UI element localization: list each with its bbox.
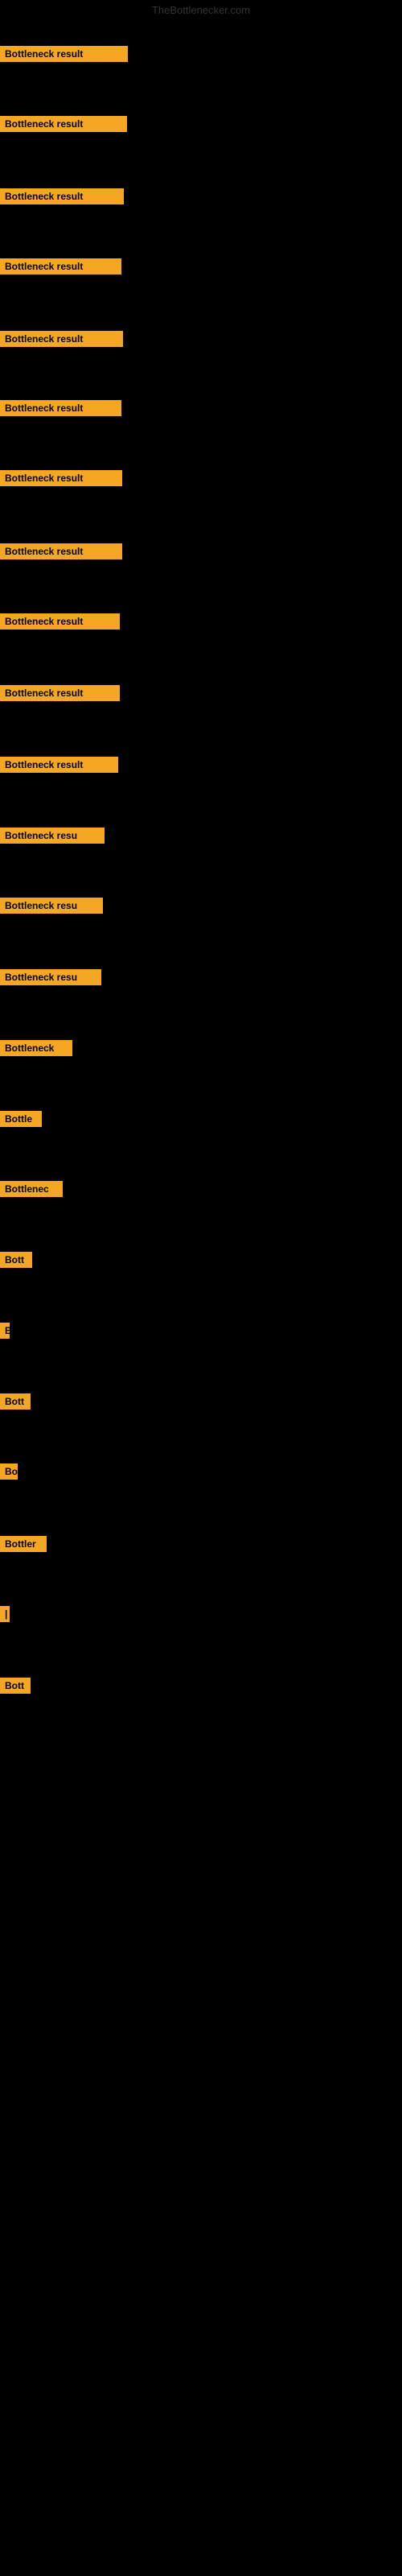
site-title: TheBottlenecker.com [152,4,250,16]
bottleneck-label: Bottleneck result [0,400,121,416]
bottleneck-label: Bottlenec [0,1181,63,1197]
bottleneck-label: Bottleneck result [0,613,120,630]
bottleneck-label: B [0,1323,10,1339]
bottleneck-label: Bottleneck resu [0,898,103,914]
bottleneck-label: Bottleneck result [0,258,121,275]
bottleneck-label: Bott [0,1252,32,1268]
bottleneck-label: Bottleneck result [0,46,128,62]
bottleneck-label: Bo [0,1463,18,1480]
bottleneck-label: Bottleneck result [0,470,122,486]
bottleneck-label: Bottleneck result [0,543,122,559]
bottleneck-label: Bottleneck result [0,188,124,204]
bottleneck-label: Bottler [0,1536,47,1552]
bottleneck-label: Bottleneck result [0,116,127,132]
bottleneck-label: Bottleneck result [0,331,123,347]
bottleneck-label: Bottleneck resu [0,969,101,985]
bottleneck-label: Bottleneck result [0,685,120,701]
bottleneck-label: Bottleneck result [0,757,118,773]
bottleneck-label: Bott [0,1678,31,1694]
bottleneck-label: Bottleneck [0,1040,72,1056]
bottleneck-label: Bottleneck resu [0,828,105,844]
bottleneck-label: | [0,1606,10,1622]
bottleneck-label: Bott [0,1393,31,1410]
bottleneck-label: Bottle [0,1111,42,1127]
